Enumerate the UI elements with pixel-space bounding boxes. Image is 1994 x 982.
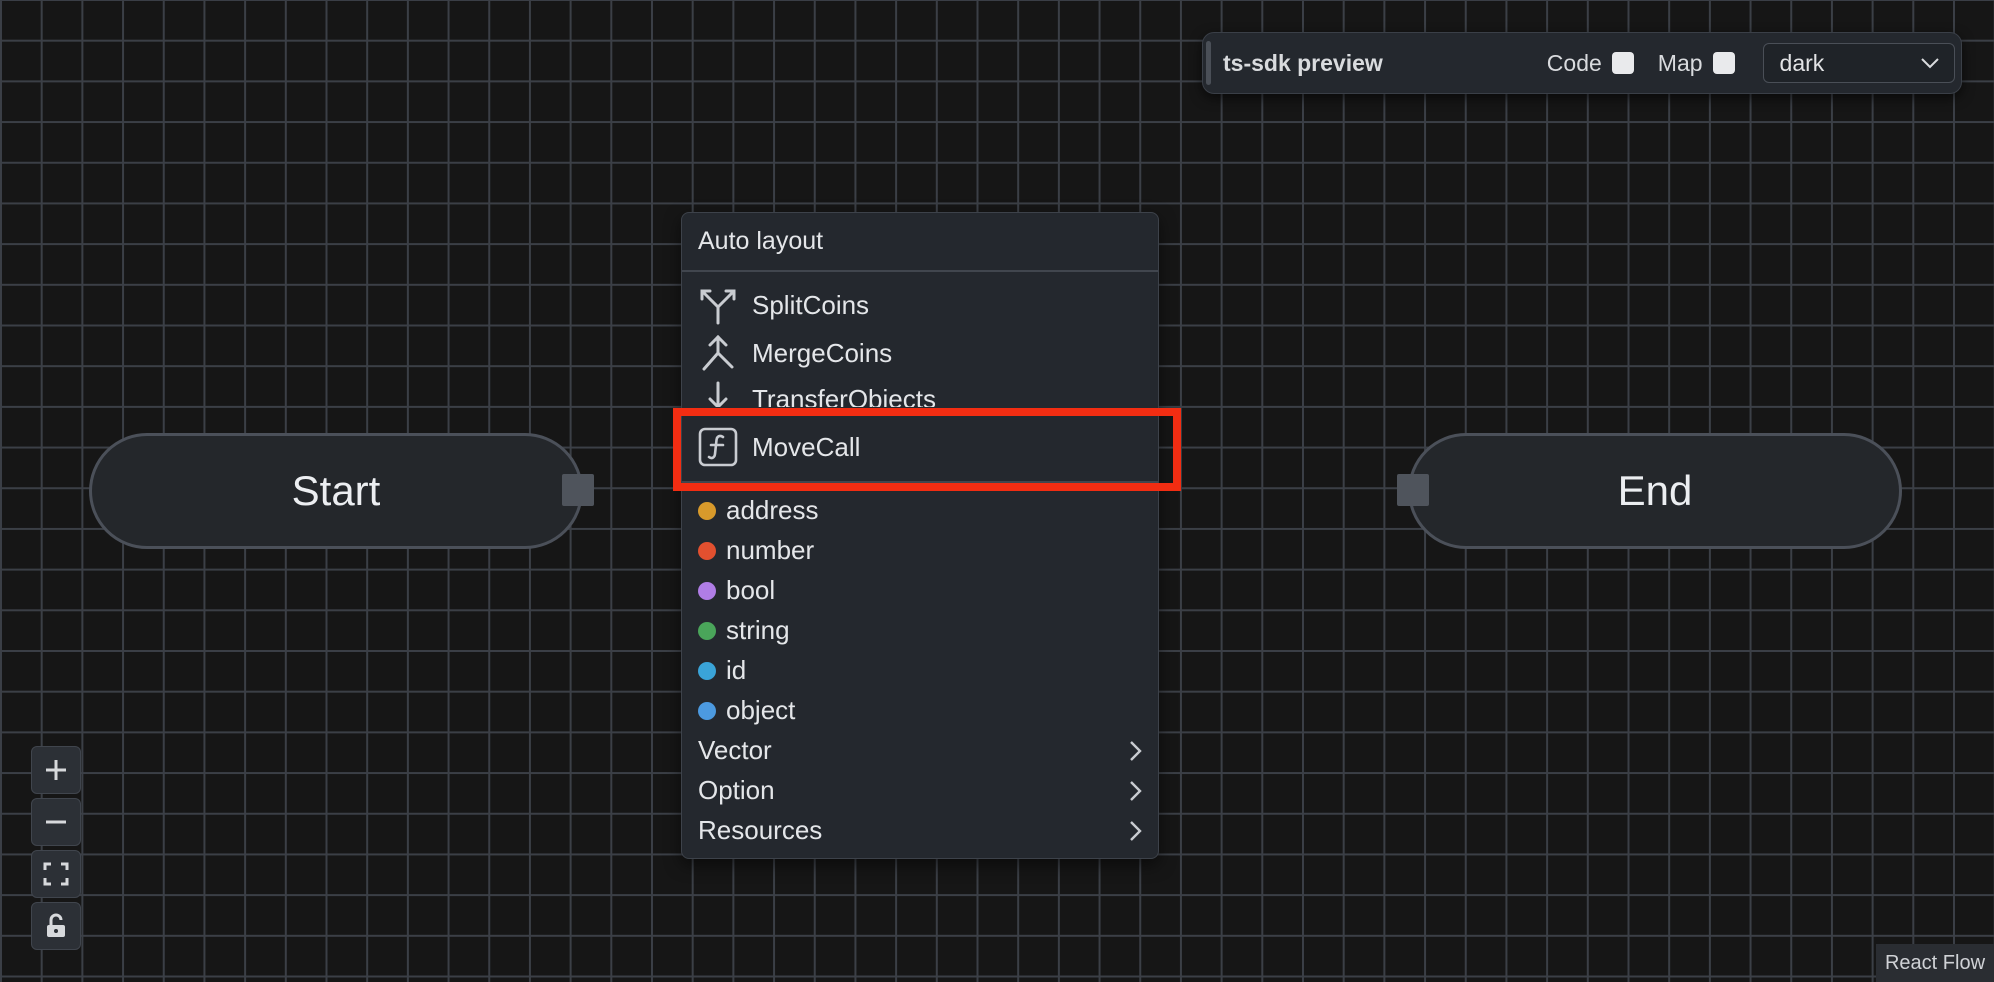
zoom-out-button[interactable] [31,798,81,846]
chevron-right-icon [1130,780,1142,801]
theme-select[interactable]: dark [1762,43,1955,83]
chevron-down-icon [1920,58,1939,69]
type-label: object [726,695,796,725]
type-label: bool [726,575,776,605]
submenu-label: Vector [698,735,772,765]
chevron-right-icon [1130,740,1142,761]
type-label: string [726,615,790,645]
object-dot-icon [698,701,716,720]
end-target-handle[interactable] [1397,474,1429,506]
string-dot-icon [698,621,716,640]
fit-view-icon [43,862,69,886]
split-coins-item[interactable]: SplitCoins [698,285,1142,325]
chevron-right-icon [1130,820,1142,841]
type-label: id [726,655,747,685]
bool-dot-icon [698,581,716,600]
type-label: address [726,495,819,525]
type-item-number[interactable]: number [698,535,1142,566]
type-item-address[interactable]: address [698,495,1142,526]
map-label: Map [1657,49,1703,76]
merge-coins-icon [698,333,738,373]
toolbar-title: ts-sdk preview [1223,49,1383,76]
preview-toolbar: ts-sdk preview Code Map dark [1202,32,1962,94]
theme-select-value: dark [1779,49,1825,76]
react-flow-attribution[interactable]: React Flow [1876,944,1994,982]
split-coins-label: SplitCoins [752,289,870,320]
transfer-objects-icon [698,379,738,407]
merge-coins-item[interactable]: MergeCoins [698,333,1142,373]
context-menu: Auto layout SplitCoins MergeCoins Transf… [681,212,1159,859]
submenu-label: Resources [698,815,823,845]
type-item-id[interactable]: id [698,655,1142,686]
start-node[interactable]: Start [89,433,583,549]
type-item-object[interactable]: object [698,695,1142,726]
id-dot-icon [698,661,716,680]
transfer-objects-label: TransferObjects [752,383,936,408]
number-dot-icon [698,541,716,560]
type-item-string[interactable]: string [698,615,1142,646]
address-dot-icon [698,501,716,520]
unlock-icon [47,913,65,937]
code-checkbox[interactable] [1611,52,1634,74]
highlight-box [673,408,1181,491]
resources-submenu[interactable]: Resources [698,815,1142,846]
split-coins-icon [698,285,738,325]
submenu-label: Option [698,775,775,805]
map-checkbox[interactable] [1712,52,1735,74]
menu-divider [682,270,1158,272]
end-node[interactable]: End [1408,433,1902,549]
start-source-handle[interactable] [562,474,594,506]
lock-button[interactable] [31,902,81,950]
type-label: number [726,535,815,565]
vector-submenu[interactable]: Vector [698,735,1142,766]
drag-handle[interactable] [1206,41,1211,85]
merge-coins-label: MergeCoins [752,337,893,368]
end-node-label: End [1617,467,1693,514]
start-node-label: Start [291,467,381,514]
plus-icon [46,760,66,780]
option-submenu[interactable]: Option [698,775,1142,806]
fit-view-button[interactable] [31,850,81,898]
minus-icon [46,820,66,824]
auto-layout-item[interactable]: Auto layout [698,227,823,256]
type-item-bool[interactable]: bool [698,575,1142,606]
code-label: Code [1546,49,1602,76]
zoom-in-button[interactable] [31,746,81,794]
transfer-objects-item[interactable]: TransferObjects [698,379,1142,407]
